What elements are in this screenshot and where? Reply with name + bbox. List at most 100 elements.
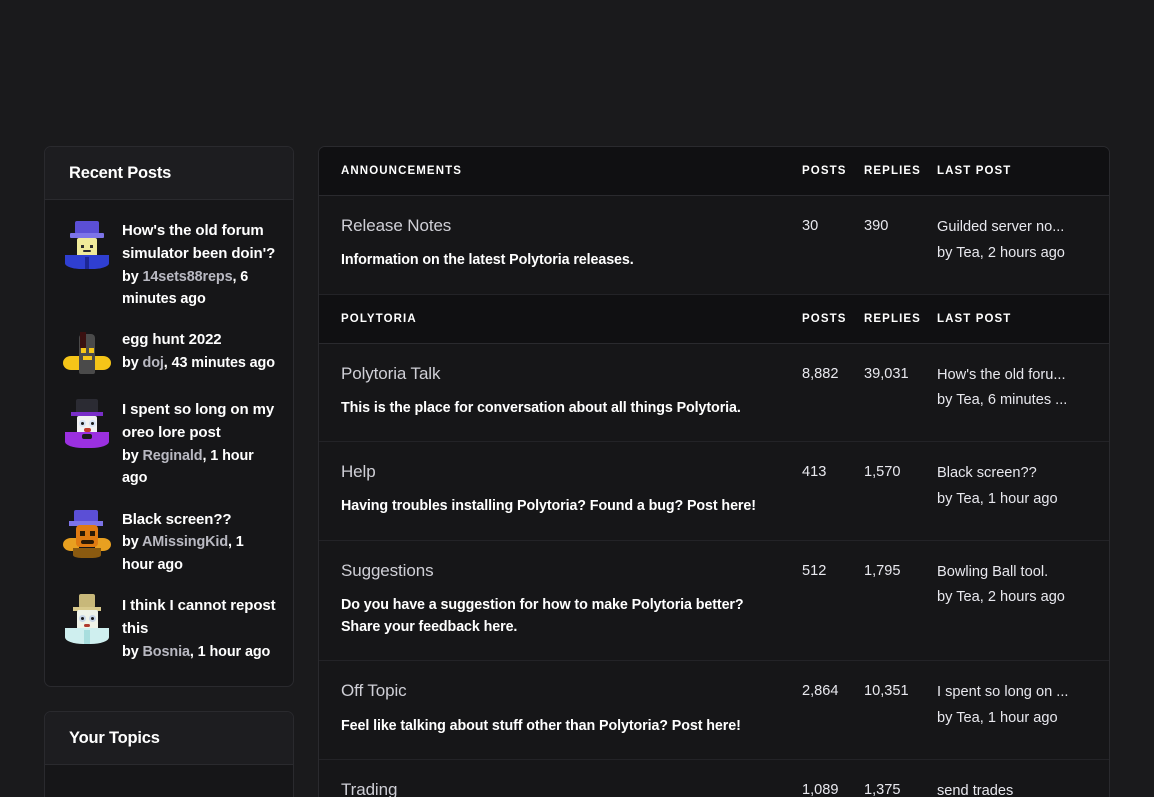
recent-post-by-label: by xyxy=(122,355,143,372)
recent-post-item[interactable]: I think I cannot repost this by Bosnia, 1… xyxy=(45,585,293,672)
forum-replies-count: 1,570 xyxy=(864,464,901,481)
forum-posts-count: 1,089 xyxy=(802,781,839,797)
avatar-yellow-bat xyxy=(61,328,113,380)
last-post-meta: by Tea, 1 hour ago xyxy=(937,710,1058,727)
forum-row-main: Release Notes Information on the latest P… xyxy=(341,216,802,272)
recent-post-title-link[interactable]: I spent so long on my oreo lore post xyxy=(122,399,277,445)
last-post-meta: by Tea, 1 hour ago xyxy=(937,490,1058,507)
forum-row[interactable]: Release Notes Information on the latest P… xyxy=(319,196,1109,295)
forum-replies-count: 1,795 xyxy=(864,562,901,579)
column-header-posts: POSTS xyxy=(802,165,847,177)
forum-table: ANNOUNCEMENTS POSTS REPLIES LAST POST Releas… xyxy=(318,146,1110,797)
recent-post-text: egg hunt 2022 by doj, 43 minutes ago xyxy=(122,328,275,374)
forum-last-post: Bowling Ball tool. by Tea, 2 hours ago xyxy=(937,561,1087,608)
forum-title-link[interactable]: Polytoria Talk xyxy=(341,364,784,384)
your-topics-title: Your Topics xyxy=(69,728,160,747)
column-header-posts: POSTS xyxy=(802,312,847,325)
last-post-meta: by Tea, 6 minutes ... xyxy=(937,392,1068,409)
recent-post-text: I spent so long on my oreo lore post by R… xyxy=(122,398,277,489)
forum-section-name: ANNOUNCEMENTS xyxy=(341,165,462,177)
forum-row-main: TradingAnything about trading and the ec… xyxy=(341,780,802,797)
page-layout: Recent Posts How's the old forum simulat… xyxy=(44,146,1110,797)
last-post-title-link[interactable]: Guilded server no... xyxy=(937,218,1087,238)
forum-title-link[interactable]: Trading xyxy=(341,780,784,797)
avatar-pumpkin xyxy=(61,508,113,560)
your-topics-header: Your Topics xyxy=(45,711,293,765)
recent-post-title-link[interactable]: I think I cannot repost this xyxy=(122,595,277,641)
your-topics-card: Your Topics xyxy=(44,710,294,797)
recent-post-title-link[interactable]: How's the old forum simulator been doin'… xyxy=(122,220,277,266)
column-header-last-post: LAST POST xyxy=(937,312,1012,325)
forum-description: Do you have a suggestion for how to make… xyxy=(341,597,744,636)
forum-posts-count: 413 xyxy=(802,464,827,481)
forum-row-main: Help Having troubles installing Polytoria… xyxy=(341,462,802,518)
recent-post-time: , 1 hour ago xyxy=(189,643,271,660)
recent-post-meta: by Bosnia, 1 hour ago xyxy=(122,641,277,663)
forum-row-main: Suggestions Do you have a suggestion for … xyxy=(341,561,802,639)
forum-posts-count: 8,882 xyxy=(802,365,839,382)
recent-post-item[interactable]: Black screen?? by AMissingKid, 1 hour ago xyxy=(45,499,293,585)
recent-post-text: I think I cannot repost this by Bosnia, 1… xyxy=(122,594,277,663)
recent-post-author-link[interactable]: AMissingKid xyxy=(142,534,228,550)
forum-replies-count: 1,375 xyxy=(864,781,901,797)
forum-last-post: How's the old foru... by Tea, 6 minutes .… xyxy=(937,364,1087,411)
forum-title-link[interactable]: Suggestions xyxy=(341,561,784,581)
forum-section-header: POLYTORIA POSTS REPLIES LAST POST xyxy=(319,294,1109,344)
last-post-title-link[interactable]: Black screen?? xyxy=(937,464,1087,484)
recent-post-author-link[interactable]: 14sets88reps xyxy=(143,269,233,285)
column-header-replies: REPLIES xyxy=(864,312,921,325)
recent-post-by-label: by xyxy=(122,534,142,551)
avatar-blue-tophat xyxy=(61,219,113,271)
recent-post-text: How's the old forum simulator been doin'… xyxy=(122,219,277,310)
forum-row[interactable]: Suggestions Do you have a suggestion for … xyxy=(319,541,1109,662)
recent-post-author-link[interactable]: Bosnia xyxy=(143,644,190,660)
forum-title-link[interactable]: Help xyxy=(341,462,784,482)
forum-row-main: Off Topic Feel like talking about stuff o… xyxy=(341,681,802,737)
recent-post-meta: by doj, 43 minutes ago xyxy=(122,352,275,374)
forum-last-post: I spent so long on ... by Tea, 1 hour ago xyxy=(937,681,1087,728)
recent-post-item[interactable]: How's the old forum simulator been doin'… xyxy=(45,210,293,319)
last-post-meta: by Tea, 2 hours ago xyxy=(937,244,1065,261)
forum-replies-count: 10,351 xyxy=(864,683,909,700)
forum-last-post: Black screen?? by Tea, 1 hour ago xyxy=(937,462,1087,509)
forum-title-link[interactable]: Off Topic xyxy=(341,681,784,701)
forum-row[interactable]: Off Topic Feel like talking about stuff o… xyxy=(319,661,1109,760)
forum-row[interactable]: Help Having troubles installing Polytoria… xyxy=(319,442,1109,541)
last-post-title-link[interactable]: How's the old foru... xyxy=(937,366,1087,386)
your-topics-list xyxy=(45,765,293,797)
recent-post-by-label: by xyxy=(122,643,143,660)
recent-post-title-link[interactable]: Black screen?? xyxy=(122,509,277,532)
forum-row[interactable]: TradingAnything about trading and the ec… xyxy=(319,760,1109,797)
recent-posts-list: How's the old forum simulator been doin'… xyxy=(45,200,293,686)
recent-post-title-link[interactable]: egg hunt 2022 xyxy=(122,329,275,352)
avatar-purple-tophat xyxy=(61,398,113,450)
forum-section-header: ANNOUNCEMENTS POSTS REPLIES LAST POST xyxy=(319,147,1109,196)
last-post-title-link[interactable]: Bowling Ball tool. xyxy=(937,563,1087,583)
recent-post-meta: by Reginald, 1 hour ago xyxy=(122,445,277,490)
recent-post-time: , 43 minutes ago xyxy=(163,355,275,372)
forum-posts-count: 512 xyxy=(802,562,827,579)
forum-replies-count: 390 xyxy=(864,218,889,234)
avatar-white-tophat xyxy=(61,593,113,646)
forum-description: Feel like talking about stuff other than… xyxy=(341,717,741,734)
recent-post-by-label: by xyxy=(122,268,143,285)
recent-posts-card: Recent Posts How's the old forum simulat… xyxy=(44,146,294,687)
forum-row-main: Polytoria Talk This is the place for conv… xyxy=(341,364,802,420)
last-post-title-link[interactable]: I spent so long on ... xyxy=(937,683,1087,703)
recent-post-author-link[interactable]: Reginald xyxy=(143,448,203,464)
recent-post-text: Black screen?? by AMissingKid, 1 hour ago xyxy=(122,508,277,576)
forum-description: This is the place for conversation about… xyxy=(341,399,741,416)
sidebar: Recent Posts How's the old forum simulat… xyxy=(44,146,294,797)
recent-posts-title: Recent Posts xyxy=(69,164,172,182)
column-header-last-post: LAST POST xyxy=(937,165,1012,177)
forum-row[interactable]: Polytoria Talk This is the place for conv… xyxy=(319,344,1109,443)
forum-title-link[interactable]: Release Notes xyxy=(341,216,784,236)
forum-posts-count: 2,864 xyxy=(802,683,839,700)
forum-last-post: send tradesby Tea, 2 hours ago xyxy=(937,780,1087,797)
recent-post-item[interactable]: egg hunt 2022 by doj, 43 minutes ago xyxy=(45,319,293,389)
last-post-title-link[interactable]: send trades xyxy=(937,782,1087,797)
recent-posts-header: Recent Posts xyxy=(45,147,293,200)
recent-post-author-link[interactable]: doj xyxy=(143,355,164,371)
forum-description: Having troubles installing Polytoria? Fo… xyxy=(341,498,756,515)
recent-post-item[interactable]: I spent so long on my oreo lore post by R… xyxy=(45,389,293,498)
